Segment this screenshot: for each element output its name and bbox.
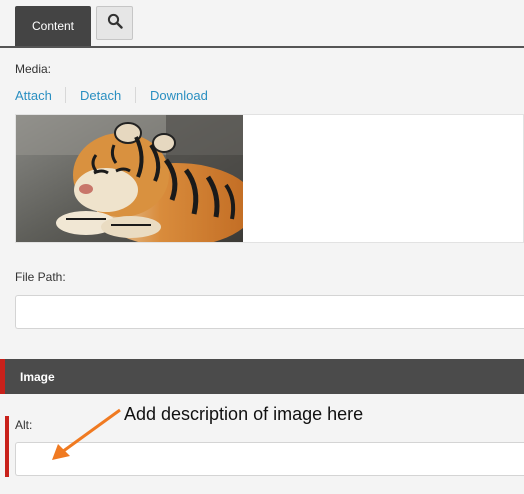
file-path-label: File Path: — [15, 270, 66, 284]
file-path-input[interactable] — [15, 295, 524, 329]
tiger-image — [16, 115, 243, 242]
detach-link[interactable]: Detach — [80, 88, 121, 103]
action-divider — [135, 87, 136, 103]
download-link[interactable]: Download — [150, 88, 208, 103]
search-icon — [107, 13, 123, 34]
media-label: Media: — [15, 62, 52, 76]
image-section-header[interactable]: Image — [0, 359, 524, 394]
attach-link[interactable]: Attach — [15, 88, 52, 103]
alt-text-input[interactable] — [15, 442, 524, 476]
required-indicator — [5, 416, 9, 477]
alt-label: Alt: — [15, 418, 33, 432]
action-divider — [65, 87, 66, 103]
tab-content[interactable]: Content — [15, 6, 91, 46]
tab-content-label: Content — [31, 19, 75, 33]
image-section-title: Image — [20, 369, 55, 384]
annotation-text: Add description of image here — [124, 404, 364, 424]
tab-bar: Content — [0, 0, 524, 48]
tab-search[interactable] — [96, 6, 133, 40]
media-thumbnail[interactable] — [16, 115, 243, 242]
